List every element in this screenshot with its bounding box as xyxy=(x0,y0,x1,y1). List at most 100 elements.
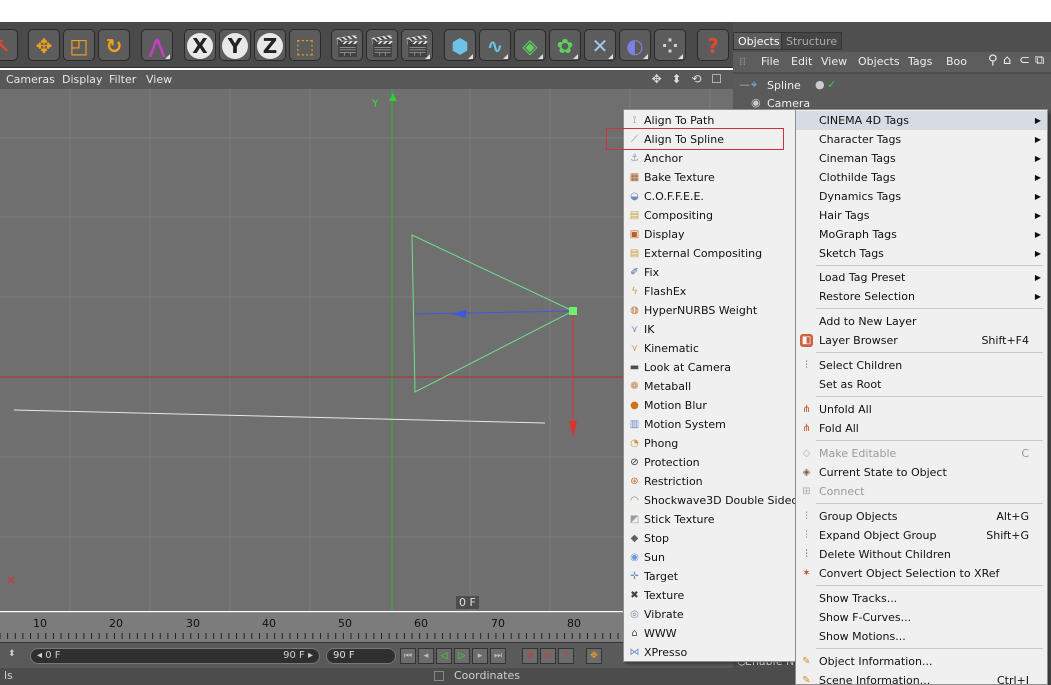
go-to-start-icon[interactable]: ⏮ xyxy=(400,648,416,664)
tag-item-ik[interactable]: ⋎ IK xyxy=(624,320,796,339)
cube-primitive-icon[interactable]: ⬢ xyxy=(444,29,476,61)
menu-item-sketch-tags[interactable]: Sketch Tags ▶ xyxy=(796,244,1047,263)
x-axis-lock-icon[interactable]: X xyxy=(184,29,216,61)
next-frame-icon[interactable]: ▸ xyxy=(472,648,488,664)
tag-item-flashex[interactable]: ϟ FlashEx xyxy=(624,282,796,301)
viewport-navigation-icons[interactable]: ✥ ⬍ ⟲ ☐ xyxy=(652,72,725,86)
menu-item-load-tag-preset[interactable]: Load Tag Preset ▶ xyxy=(796,268,1047,287)
menu-display[interactable]: Display xyxy=(62,73,103,86)
tag-item-display[interactable]: ▣ Display xyxy=(624,225,796,244)
tag-item-anchor[interactable]: ⚓ Anchor xyxy=(624,149,796,168)
menu-tags[interactable]: Tags xyxy=(908,55,932,68)
menu-item-make-editable[interactable]: ◇ Make Editable C xyxy=(796,444,1047,463)
menu-item-show-tracks[interactable]: Show Tracks... xyxy=(796,589,1047,608)
tag-item-metaball[interactable]: ❁ Metaball xyxy=(624,377,796,396)
menu-item-unfold-all[interactable]: ⋔ Unfold All xyxy=(796,400,1047,419)
start-frame-field[interactable]: ◂ 0 F xyxy=(37,650,61,661)
menu-item-cineman-tags[interactable]: Cineman Tags ▶ xyxy=(796,149,1047,168)
tag-item-vibrate[interactable]: ◎ Vibrate xyxy=(624,605,796,624)
menu-item-restore-selection[interactable]: Restore Selection ▶ xyxy=(796,287,1047,306)
menu-cameras[interactable]: Cameras xyxy=(6,73,55,86)
menu-item-cinema4d-tags[interactable]: CINEMA 4D Tags ▶ xyxy=(796,111,1047,130)
menu-item-set-as-root[interactable]: Set as Root xyxy=(796,375,1047,394)
tag-item-restriction[interactable]: ⊛ Restriction xyxy=(624,472,796,491)
render-view-icon[interactable]: 🎬 xyxy=(331,29,363,61)
menu-bookmarks[interactable]: Boo xyxy=(946,55,967,68)
tag-item-sun[interactable]: ◉ Sun xyxy=(624,548,796,567)
anim-dropdown-icon[interactable]: ⬍ xyxy=(8,649,16,659)
play-forward-icon[interactable]: ▷ xyxy=(454,648,470,664)
menu-view[interactable]: View xyxy=(146,73,172,86)
tag-item-external-compositing[interactable]: ▤ External Compositing xyxy=(624,244,796,263)
menu-file[interactable]: File xyxy=(761,55,779,68)
select-tool-icon[interactable]: ↖ xyxy=(0,29,18,61)
tag-item-xpresso[interactable]: ⋈ XPresso xyxy=(624,643,796,662)
move-tool-icon[interactable]: ✥ xyxy=(28,29,60,61)
end-frame-field[interactable]: 90 F ▸ xyxy=(283,649,313,663)
check-icon[interactable]: ✓ xyxy=(827,78,836,91)
max-frame-field[interactable]: 90 F xyxy=(326,648,396,664)
tag-item-fix[interactable]: ✐ Fix xyxy=(624,263,796,282)
menu-item-show-fcurves[interactable]: Show F-Curves... xyxy=(796,608,1047,627)
menu-item-fold-all[interactable]: ⋔ Fold All xyxy=(796,419,1047,438)
deformer-icon[interactable]: ✕ xyxy=(584,29,616,61)
menu-item-layer-browser[interactable]: ◧ Layer Browser Shift+F4 xyxy=(796,331,1047,350)
menu-edit[interactable]: Edit xyxy=(791,55,812,68)
menu-item-select-children[interactable]: ⫶ Select Children xyxy=(796,356,1047,375)
visibility-dots-icon[interactable]: ● xyxy=(815,78,825,91)
tag-item-stick-texture[interactable]: ◩ Stick Texture xyxy=(624,510,796,529)
tag-item-hypernurbs-weight[interactable]: ◍ HyperNURBS Weight xyxy=(624,301,796,320)
menu-objects[interactable]: Objects xyxy=(858,55,900,68)
tag-item-phong[interactable]: ◔ Phong xyxy=(624,434,796,453)
render-settings-icon[interactable]: 🎬 xyxy=(401,29,433,61)
tab-structure[interactable]: Structure xyxy=(781,32,843,50)
menu-filter[interactable]: Filter xyxy=(109,73,136,86)
preview-range-slider[interactable]: ◂ 0 F 90 F ▸ xyxy=(30,648,320,664)
menu-item-hair-tags[interactable]: Hair Tags ▶ xyxy=(796,206,1047,225)
go-to-end-icon[interactable]: ⏭ xyxy=(490,648,506,664)
scene-object-icon[interactable]: ◐ xyxy=(619,29,651,61)
auto-keying-icon[interactable]: ⊙ xyxy=(540,648,556,664)
tag-item-motion-blur[interactable]: ● Motion Blur xyxy=(624,396,796,415)
tag-item-stop[interactable]: ◆ Stop xyxy=(624,529,796,548)
menu-item-current-state[interactable]: ◈ Current State to Object xyxy=(796,463,1047,482)
tag-item-protection[interactable]: ⊘ Protection xyxy=(624,453,796,472)
menu-item-convert-xref[interactable]: ✶ Convert Object Selection to XRef xyxy=(796,564,1047,583)
tag-item-bake-texture[interactable]: ▦ Bake Texture xyxy=(624,168,796,187)
menu-item-dynamics-tags[interactable]: Dynamics Tags ▶ xyxy=(796,187,1047,206)
menu-view[interactable]: View xyxy=(821,55,847,68)
tag-item-look-at-camera[interactable]: ▬ Look at Camera xyxy=(624,358,796,377)
help-icon[interactable]: ? xyxy=(697,29,729,61)
array-icon[interactable]: ✿ xyxy=(549,29,581,61)
tag-item-shockwave3d-double-sided[interactable]: ◠ Shockwave3D Double Sided xyxy=(624,491,798,510)
tag-item-compositing[interactable]: ▤ Compositing xyxy=(624,206,796,225)
scale-tool-icon[interactable]: ◰ xyxy=(63,29,95,61)
menu-item-group-objects[interactable]: ⫶ Group Objects Alt+G xyxy=(796,507,1047,526)
menu-item-object-information[interactable]: ✎ Object Information... xyxy=(796,652,1047,671)
menu-item-clothilde-tags[interactable]: Clothilde Tags ▶ xyxy=(796,168,1047,187)
tag-item-c-o-f-f-e-e[interactable]: ◒ C.O.F.F.E.E. xyxy=(624,187,796,206)
home-icon[interactable]: ⌂ xyxy=(1003,53,1011,68)
new-window-icon[interactable]: ⧉ xyxy=(1035,53,1044,68)
spline-primitive-icon[interactable]: ∿ xyxy=(479,29,511,61)
tag-item-kinematic[interactable]: ⋎ Kinematic xyxy=(624,339,796,358)
menu-item-add-to-new-layer[interactable]: Add to New Layer xyxy=(796,312,1047,331)
keyframe-selection-icon[interactable]: ? xyxy=(558,648,574,664)
live-selection-icon[interactable]: ⋀ xyxy=(141,29,173,61)
environment-icon[interactable]: ⁘ xyxy=(654,29,686,61)
link-icon[interactable]: ⊂ xyxy=(1019,53,1030,68)
search-icon[interactable]: ⚲ xyxy=(988,53,998,68)
menu-item-show-motions[interactable]: Show Motions... xyxy=(796,627,1047,646)
tag-item-target[interactable]: ✛ Target xyxy=(624,567,796,586)
tag-item-www[interactable]: ⌂ WWW xyxy=(624,624,796,643)
coordinate-system-icon[interactable]: ⬚ xyxy=(289,29,321,61)
menu-item-character-tags[interactable]: Character Tags ▶ xyxy=(796,130,1047,149)
nurbs-icon[interactable]: ◈ xyxy=(514,29,546,61)
menu-item-delete-without-children[interactable]: ⫶ Delete Without Children xyxy=(796,545,1047,564)
key-position-icon[interactable]: ✥ xyxy=(586,648,602,664)
tag-item-texture[interactable]: ✖ Texture xyxy=(624,586,796,605)
previous-frame-icon[interactable]: ◂ xyxy=(418,648,434,664)
menu-item-scene-information[interactable]: ✎ Scene Information... Ctrl+I xyxy=(796,671,1047,685)
menu-item-expand-group[interactable]: ⫶ Expand Object Group Shift+G xyxy=(796,526,1047,545)
menu-item-mograph-tags[interactable]: MoGraph Tags ▶ xyxy=(796,225,1047,244)
